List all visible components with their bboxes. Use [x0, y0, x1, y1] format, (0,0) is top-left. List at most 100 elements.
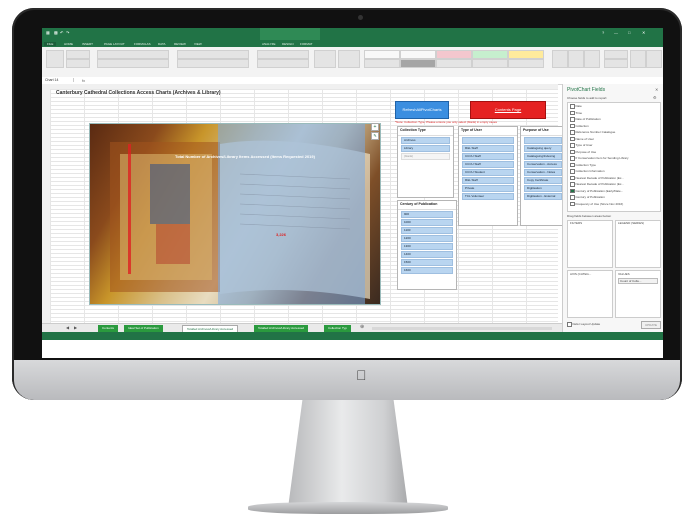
format-as-table-button[interactable] — [338, 50, 360, 68]
paste-button[interactable] — [46, 50, 64, 68]
fill-button[interactable] — [604, 59, 628, 68]
style-normal[interactable] — [364, 50, 400, 59]
checkbox[interactable] — [567, 322, 572, 327]
slicer-item[interactable]: 1000 — [401, 219, 453, 226]
filters-area[interactable]: FILTERS — [567, 220, 613, 268]
chart-elements-icon[interactable]: + — [371, 123, 379, 131]
checkbox[interactable] — [570, 162, 575, 167]
autosum-button[interactable] — [604, 50, 628, 59]
slicer-item[interactable]: 900 — [401, 211, 453, 218]
slicer-item[interactable]: 1300 — [401, 243, 453, 250]
slicer-item[interactable]: Archives — [401, 137, 450, 144]
values-field-chip[interactable]: Count of Colle... — [618, 278, 658, 284]
checkbox-checked[interactable] — [570, 188, 575, 193]
checkbox[interactable] — [570, 175, 575, 180]
defer-layout-update[interactable]: Defer Layout Update — [567, 322, 600, 327]
gear-icon[interactable]: ⚙ — [653, 95, 657, 100]
tab-page-layout[interactable]: PAGE LAYOUT — [104, 42, 125, 46]
slicer-item[interactable]: Copy Certificate — [524, 177, 562, 184]
chart-styles-icon[interactable]: ✎ — [371, 132, 379, 140]
slicer-item[interactable]: 1600 — [401, 267, 453, 274]
slicer-item[interactable]: 1200 — [401, 235, 453, 242]
horizontal-scrollbar[interactable] — [372, 327, 552, 330]
copy-button[interactable] — [66, 59, 90, 68]
slicer-item[interactable]: 1100 — [401, 227, 453, 234]
number-format-buttons[interactable] — [257, 59, 309, 68]
style-check-cell[interactable] — [400, 59, 436, 68]
slicer-item[interactable]: Conservation - Access — [524, 161, 562, 168]
tab-analyze[interactable]: ANALYZE — [262, 42, 275, 46]
checkbox[interactable] — [570, 123, 575, 128]
slicer-type-of-user[interactable]: Type of User R&L Staff CCCU Staff CCCU S… — [458, 126, 518, 226]
slicer-collection-type[interactable]: Collection Type Archives Library (blank) — [397, 126, 454, 198]
font-name-select[interactable] — [97, 50, 169, 59]
update-button[interactable]: UPDATE — [641, 321, 661, 329]
tab-review[interactable]: REVIEW — [174, 42, 186, 46]
tab-view[interactable]: VIEW — [194, 42, 202, 46]
checkbox[interactable] — [570, 136, 575, 141]
find-select-button[interactable] — [646, 50, 662, 68]
style-explanatory[interactable] — [436, 59, 472, 68]
checkbox[interactable] — [570, 195, 575, 200]
alignment-buttons[interactable] — [177, 50, 249, 59]
legend-area[interactable]: LEGEND (SERIES) — [615, 220, 661, 268]
slicer-item[interactable]: CCCU Student — [462, 169, 514, 176]
pivot-chart[interactable]: Total Number of Archives/Library Items A… — [89, 123, 381, 305]
tab-design[interactable]: DESIGN — [282, 42, 294, 46]
tab-formulas[interactable]: FORMULAS — [134, 42, 151, 46]
slicer-item[interactable]: 1500 — [401, 259, 453, 266]
slicer-item[interactable]: CCCU Staff — [462, 161, 514, 168]
slicer-item[interactable] — [462, 137, 514, 144]
style-bad[interactable] — [436, 50, 472, 59]
style-neutral[interactable] — [508, 50, 544, 59]
sheet-tab[interactable]: Ideal Set of Publication — [124, 325, 163, 332]
field-item[interactable]: Frequency of Use (Since Nov 2016) — [568, 201, 660, 208]
checkbox[interactable] — [570, 110, 575, 115]
merge-buttons[interactable] — [177, 59, 249, 68]
prev-sheet-icon[interactable]: ◀ — [66, 325, 69, 330]
chart-bar[interactable] — [218, 124, 365, 304]
sheet-tab[interactable]: Collection Typ — [324, 325, 351, 332]
checkbox[interactable] — [570, 143, 575, 148]
checkbox[interactable] — [570, 156, 575, 161]
checkbox[interactable] — [570, 130, 575, 135]
slicer-item[interactable]: CCCU Staff — [462, 153, 514, 160]
checkbox[interactable] — [570, 104, 575, 109]
conditional-formatting-button[interactable] — [314, 50, 336, 68]
save-icon[interactable]: ▩ — [54, 30, 58, 35]
style-calculation[interactable] — [364, 59, 400, 68]
new-sheet-icon[interactable]: ⊕ — [360, 324, 364, 330]
style-linked-cell[interactable] — [508, 59, 544, 68]
slicer-item[interactable]: Library — [401, 145, 450, 152]
tab-data[interactable]: DATA — [158, 42, 166, 46]
tab-file[interactable]: FILE — [44, 41, 57, 46]
tab-insert[interactable]: INSERT — [82, 42, 93, 46]
style-good[interactable] — [472, 50, 508, 59]
close-icon[interactable]: ✕ — [642, 30, 645, 35]
help-icon[interactable]: ? — [602, 30, 604, 35]
style-input[interactable] — [472, 59, 508, 68]
slicer-item[interactable]: TCL Volunteer — [462, 193, 514, 200]
tab-format[interactable]: FORMAT — [300, 42, 312, 46]
slicer-item[interactable]: Digitisation — [524, 185, 562, 192]
close-pane-icon[interactable]: ✕ — [655, 87, 658, 92]
tab-home[interactable]: HOME — [64, 42, 73, 46]
slicer-item[interactable]: 1400 — [401, 251, 453, 258]
sheet-tab[interactable]: Totalled Archives/Library Accessed — [254, 325, 309, 332]
checkbox[interactable] — [570, 149, 575, 154]
slicer-century-of-publication[interactable]: Century of Publication 900 1000 1100 120… — [397, 200, 457, 290]
checkbox[interactable] — [570, 117, 575, 122]
sort-filter-button[interactable] — [630, 50, 646, 68]
contents-page-button[interactable]: Contents Page — [470, 101, 546, 119]
name-box[interactable]: Chart 14 — [45, 78, 74, 82]
checkbox[interactable] — [570, 169, 575, 174]
slicer-item[interactable]: R&L Staff — [462, 177, 514, 184]
next-sheet-icon[interactable]: ▶ — [74, 325, 77, 330]
restore-icon[interactable]: □ — [628, 30, 630, 35]
checkbox[interactable] — [570, 182, 575, 187]
slicer-item[interactable]: (blank) — [401, 153, 450, 160]
redo-icon[interactable]: ↷ — [66, 30, 69, 35]
format-button[interactable] — [584, 50, 600, 68]
slicer-item[interactable]: Cataloguing query — [524, 145, 562, 152]
style-normal-2[interactable] — [400, 50, 436, 59]
